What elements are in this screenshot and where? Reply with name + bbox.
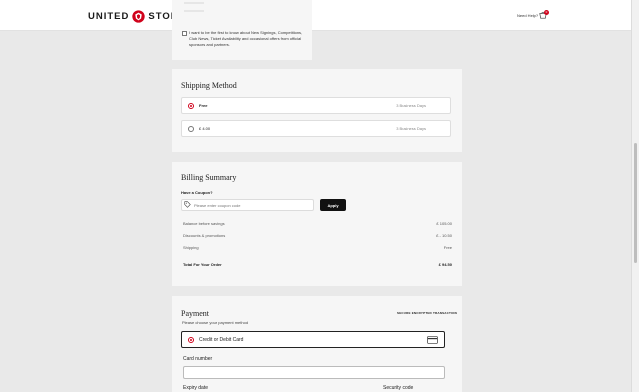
summary-value: £ - 10.50 <box>436 233 452 238</box>
coupon-input[interactable] <box>181 199 314 211</box>
summary-value: £ 105.00 <box>436 221 452 226</box>
shipping-option-free[interactable]: Free 3 Business Days <box>181 97 451 114</box>
billing-summary-title: Billing Summary <box>181 173 237 182</box>
shipping-radio-paid[interactable] <box>188 126 194 132</box>
payment-option-card[interactable]: Credit or Debit Card <box>181 331 445 348</box>
payment-option-label: Credit or Debit Card <box>199 337 244 343</box>
checkout-page: UNITED STORE Need Help? 0 I want to be t… <box>0 0 639 392</box>
credit-card-icon <box>427 336 438 344</box>
page-scrollbar[interactable] <box>631 0 639 392</box>
need-help-link[interactable]: Need Help? <box>517 13 538 18</box>
marketing-consent-text: I want to be the first to know about New… <box>189 30 303 47</box>
summary-label: Balance before savings <box>183 221 225 226</box>
summary-row-shipping: Shipping Free <box>183 245 452 251</box>
expiry-date-label: Expiry date <box>183 385 209 391</box>
summary-row-balance: Balance before savings £ 105.00 <box>183 221 452 227</box>
summary-row-discounts: Discounts & promotions £ - 10.50 <box>183 233 452 239</box>
payment-subtitle: Please choose your payment method <box>182 320 249 325</box>
total-label: Total For Your Order <box>183 262 222 267</box>
summary-value: Free <box>443 245 452 250</box>
summary-label: Discounts & promotions <box>183 233 226 238</box>
payment-title: Payment <box>181 309 209 318</box>
shipping-option-days: 3 Business Days <box>396 126 426 131</box>
club-crest-icon <box>132 9 146 23</box>
shipping-option-label: £ 4.00 <box>199 126 211 131</box>
marketing-consent-checkbox[interactable] <box>182 31 187 36</box>
apply-coupon-button[interactable]: Apply <box>320 199 346 211</box>
basket-count-badge: 0 <box>544 10 549 15</box>
site-header: UNITED STORE Need Help? 0 <box>0 0 631 31</box>
shipping-radio-free[interactable] <box>188 103 194 109</box>
card-number-input[interactable] <box>183 366 445 379</box>
payment-radio-card[interactable] <box>188 337 194 343</box>
coupon-label: Have a Coupon? <box>181 190 213 195</box>
shipping-option-days: 3 Business Days <box>396 103 426 108</box>
shipping-method-title: Shipping Method <box>181 81 237 90</box>
tag-icon <box>184 201 191 208</box>
faded-content <box>184 2 244 22</box>
security-code-label: Security code <box>383 385 414 391</box>
shipping-option-paid[interactable]: £ 4.00 3 Business Days <box>181 120 451 137</box>
card-number-label: Card number <box>183 356 213 362</box>
shipping-option-label: Free <box>199 103 208 108</box>
total-value: £ 94.50 <box>438 262 452 267</box>
logo-text-left: UNITED <box>88 10 130 22</box>
secure-transaction-label: SECURE ENCRYPTED TRANSACTION <box>397 311 457 315</box>
summary-label: Shipping <box>183 245 199 250</box>
summary-row-total: Total For Your Order £ 94.50 <box>183 262 452 268</box>
scrollbar-thumb[interactable] <box>634 143 637 263</box>
